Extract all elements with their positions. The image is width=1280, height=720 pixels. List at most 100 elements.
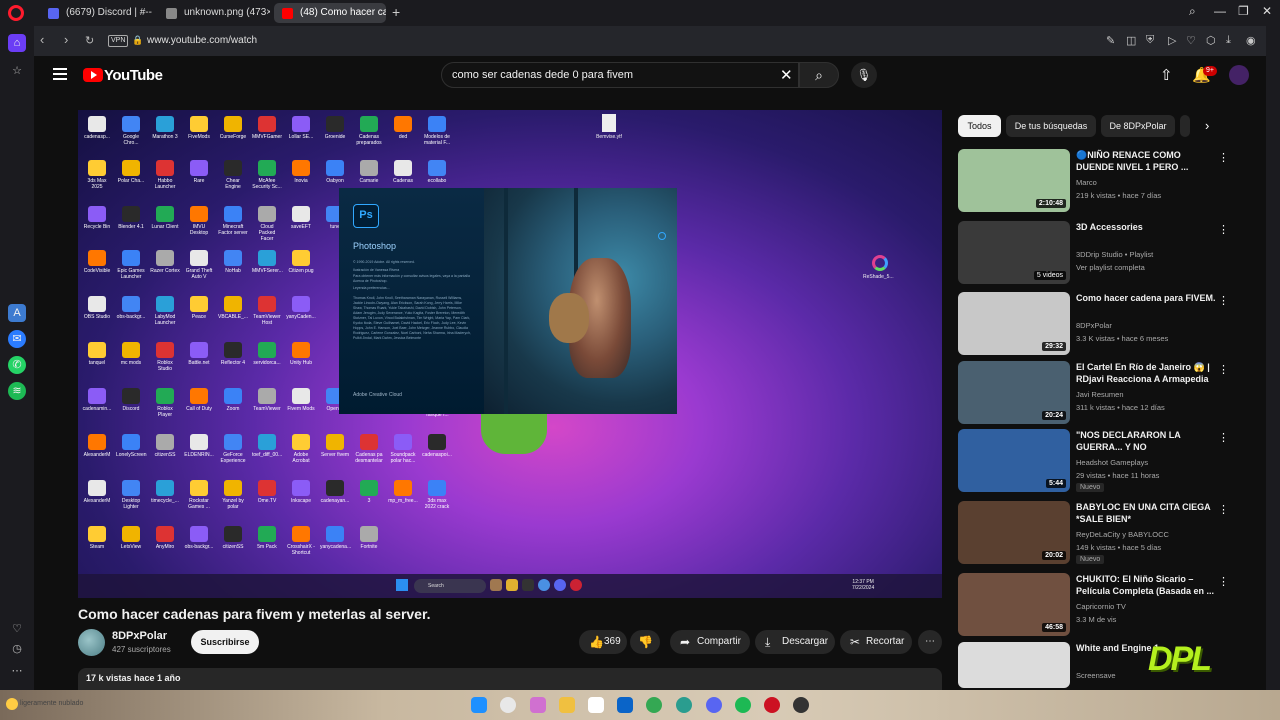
more-options-icon[interactable]: ⋮ <box>1218 431 1229 444</box>
video-channel[interactable]: Screensave <box>1076 671 1116 680</box>
video-thumbnail[interactable]: 2:10:48 <box>958 149 1070 212</box>
video-title[interactable]: CHUKITO: El Niño Sicario – Película Comp… <box>1076 573 1216 597</box>
os-search-icon[interactable] <box>500 697 516 713</box>
search-button[interactable]: ⌕ <box>799 62 839 88</box>
more-options-icon[interactable]: ⋮ <box>1218 503 1229 516</box>
recommended-video[interactable]: 5:44 "NOS DECLARARON LA GUERRA... Y NO PE… <box>958 429 1229 493</box>
new-tab-button[interactable]: + <box>392 4 400 20</box>
tab-youtube-active[interactable]: (48) Como hacer cadenas <box>274 3 386 23</box>
chip-from-channel[interactable]: De 8DPxPolar <box>1101 115 1175 137</box>
video-channel[interactable]: 8DPxPolar <box>1076 321 1112 330</box>
back-icon[interactable]: ‹ <box>40 32 44 47</box>
more-options-icon[interactable]: ⋮ <box>1218 223 1229 236</box>
more-icon[interactable]: ⋯ <box>8 662 26 680</box>
video-channel[interactable]: Marco <box>1076 178 1097 187</box>
search-box[interactable] <box>441 62 799 88</box>
video-title[interactable]: "NOS DECLARARON LA GUERRA... Y NO PERDON… <box>1076 429 1216 454</box>
video-channel[interactable]: Capricornio TV <box>1076 602 1126 611</box>
dislike-button[interactable]: 👎 <box>630 630 660 654</box>
recommended-video[interactable]: 46:58 CHUKITO: El Niño Sicario – Película… <box>958 573 1229 637</box>
lock-icon[interactable]: 🔒 <box>132 35 143 46</box>
camera-icon[interactable]: ◫ <box>1126 34 1136 47</box>
home-icon[interactable]: ⌂ <box>8 34 26 52</box>
chip-from-searches[interactable]: De tus búsquedas <box>1006 115 1096 137</box>
search-input[interactable] <box>452 69 772 81</box>
maximize-button[interactable]: ❐ <box>1238 4 1249 18</box>
recommended-video[interactable]: 5 videos 3D Accessories 3DDrip Studio • Pl… <box>958 221 1229 285</box>
more-actions-button[interactable]: ⋯ <box>918 630 942 654</box>
video-thumbnail[interactable]: 29:32 <box>958 292 1070 355</box>
forward-icon[interactable]: › <box>64 32 68 47</box>
whatsapp-icon[interactable]: ✆ <box>8 356 26 374</box>
video-title[interactable]: Como hacer cadena para FIVEM. <box>1076 292 1216 304</box>
account-avatar[interactable] <box>1229 65 1249 85</box>
store-icon[interactable] <box>588 697 604 713</box>
download-button[interactable]: ⤓ Descargar <box>755 630 835 654</box>
windows-start-icon[interactable] <box>471 697 487 713</box>
spotify-icon[interactable] <box>735 697 751 713</box>
more-options-icon[interactable]: ⋮ <box>1218 151 1229 164</box>
channel-name[interactable]: 8DPxPolar <box>112 630 167 642</box>
discord-icon[interactable] <box>706 697 722 713</box>
video-title[interactable]: 🔵NIÑO RENACE COMO DUENDE NIVEL 1 PERO ..… <box>1076 149 1216 173</box>
opera-gx-icon[interactable] <box>793 697 809 713</box>
tab-unknown-png[interactable]: unknown.png (473×287) <box>158 3 270 23</box>
star-icon[interactable]: ☆ <box>8 62 26 80</box>
video-channel[interactable]: Headshot Gameplays <box>1076 458 1148 467</box>
profile-icon[interactable]: ◉ <box>1246 34 1256 47</box>
youtube-logo-icon[interactable] <box>83 68 103 82</box>
shield-icon[interactable]: ⛨ <box>1146 34 1154 47</box>
more-options-icon[interactable]: ⋮ <box>1218 294 1229 307</box>
tab-discord[interactable]: (6679) Discord | #-- | citi <box>40 3 154 23</box>
history-icon[interactable]: ◷ <box>8 640 26 658</box>
opera-logo-icon[interactable] <box>8 5 24 21</box>
voice-search-button[interactable]: 🎙 <box>851 62 877 88</box>
share-button[interactable]: ➦ Compartir <box>670 630 750 654</box>
recommended-video[interactable]: 2:10:48 🔵NIÑO RENACE COMO DUENDE NIVEL 1 … <box>958 149 1229 213</box>
more-options-icon[interactable]: ⋮ <box>1218 575 1229 588</box>
chevron-right-icon[interactable]: › <box>1205 118 1209 133</box>
recommended-video[interactable]: 20:02 BABYLOC EN UNA CITA CIEGA *SALE BIE… <box>958 501 1229 565</box>
chrome-icon[interactable] <box>646 697 662 713</box>
video-title[interactable]: BABYLOC EN UNA CITA CIEGA *SALE BIEN* <box>1076 501 1216 525</box>
tab-search-icon[interactable]: ⌕ <box>1189 4 1196 19</box>
subscribe-button[interactable]: Suscribirse <box>191 630 259 654</box>
video-thumbnail[interactable]: 5 videos <box>958 221 1070 284</box>
clear-search-icon[interactable]: ✕ <box>780 66 793 84</box>
video-thumbnail[interactable]: 46:58 <box>958 573 1070 636</box>
bookmark-icon[interactable]: ♡ <box>1186 34 1196 47</box>
minimize-button[interactable]: — <box>1214 4 1226 18</box>
video-title[interactable]: 3D Accessories <box>1076 221 1216 233</box>
video-channel[interactable]: 3DDrip Studio • Playlist <box>1076 250 1153 259</box>
copilot-icon[interactable] <box>530 697 546 713</box>
chip-all[interactable]: Todos <box>958 115 1001 137</box>
messenger-icon[interactable]: ✉ <box>8 330 26 348</box>
description-box[interactable]: 17 k vistas hace 1 año <box>78 668 942 690</box>
recommended-video[interactable]: 20:24 El Cartel En Río de Janeiro 😱 | RDj… <box>958 361 1229 425</box>
vpn-badge[interactable]: VPN <box>108 35 129 47</box>
hamburger-menu-icon[interactable] <box>53 68 67 83</box>
download-icon[interactable]: ⤓ <box>1226 34 1231 47</box>
video-thumbnail[interactable] <box>958 642 1070 688</box>
extensions-icon[interactable]: ⬡ <box>1206 34 1216 47</box>
edit-icon[interactable]: ✎ <box>1106 34 1115 47</box>
chip-next-partial[interactable] <box>1180 115 1190 137</box>
channel-avatar[interactable] <box>78 629 105 656</box>
video-thumbnail[interactable]: 20:02 <box>958 501 1070 564</box>
edge-icon[interactable] <box>676 697 692 713</box>
close-window-button[interactable]: ✕ <box>1262 4 1272 18</box>
video-thumbnail[interactable]: 5:44 <box>958 429 1070 492</box>
video-thumbnail[interactable]: 20:24 <box>958 361 1070 424</box>
upload-icon[interactable]: ⇧ <box>1160 66 1173 84</box>
video-channel[interactable]: Javi Resumen <box>1076 390 1124 399</box>
video-player[interactable]: cadenasp... Google Chro... Marathon 3 FiveM… <box>78 110 942 598</box>
reload-icon[interactable]: ↻ <box>85 34 94 47</box>
youtube-logo-text[interactable]: YouTube <box>104 67 163 84</box>
more-options-icon[interactable]: ⋮ <box>1218 363 1229 376</box>
page-scrollbar[interactable] <box>1266 26 1280 690</box>
opera-icon[interactable] <box>764 697 780 713</box>
heart-icon[interactable]: ♡ <box>8 620 26 638</box>
url-field[interactable]: www.youtube.com/watch <box>147 35 257 46</box>
video-title[interactable]: El Cartel En Río de Janeiro 😱 | RDjavi R… <box>1076 361 1216 385</box>
spotify-icon[interactable]: ≋ <box>8 382 26 400</box>
